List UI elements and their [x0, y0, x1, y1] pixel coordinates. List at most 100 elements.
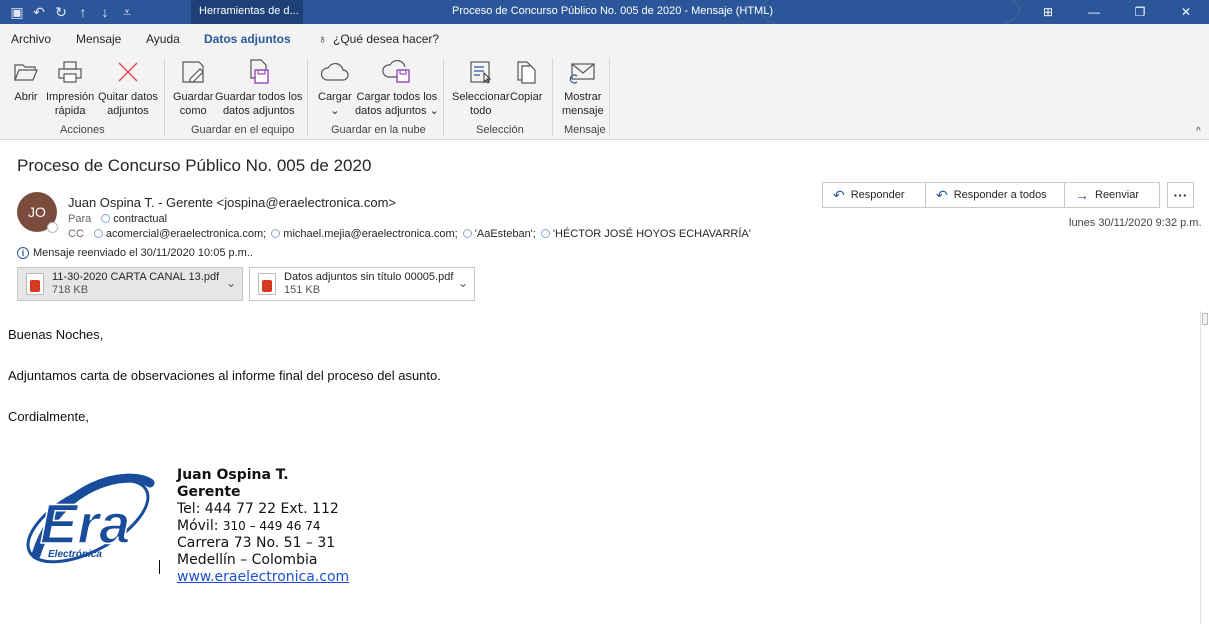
tab-archivo[interactable]: Archivo [11, 32, 51, 46]
ribbon: Abrir Impresión rápida Quitar datos adjunt… [0, 54, 1209, 140]
group-guardar-nube: Guardar en la nube [331, 124, 426, 136]
restore-icon[interactable]: ❐ [1117, 0, 1163, 24]
signature-city: Medellín – Colombia [177, 552, 318, 568]
ribbon-separator [443, 58, 444, 136]
quick-access-toolbar: ▣ ↶ ↻ ↑ ↓ ⩡ [6, 0, 138, 24]
to-line: Para contractual [68, 213, 167, 225]
minimize-icon[interactable]: — [1071, 0, 1117, 24]
tell-me-label: ¿Qué desea hacer? [333, 32, 440, 46]
cc-recipient[interactable]: 'AaEsteban'; [475, 228, 536, 240]
window-controls: ⊞ — ❐ ✕ [1025, 0, 1209, 24]
quick-print-button[interactable]: Impresión rápida [46, 56, 94, 118]
recipient-status-icon [462, 229, 472, 238]
lightbulb-icon: ♁ [318, 32, 327, 46]
title-bar: ▣ ↶ ↻ ↑ ↓ ⩡ Herramientas de d... Proceso… [0, 0, 1209, 24]
pdf-file-icon [26, 273, 44, 295]
folder-open-icon [10, 56, 42, 88]
show-message-button[interactable]: Mostrar mensaje [562, 56, 604, 118]
signature-mobile-label: Móvil: [177, 518, 223, 534]
signature-mobile-line: Móvil: 310 – 449 46 74 [177, 518, 349, 535]
save-all-attachments-button[interactable]: Guardar todos los datos adjuntos [215, 56, 302, 118]
save-icon[interactable]: ▣ [6, 1, 28, 23]
reply-button[interactable]: ↶ Responder [822, 182, 926, 208]
group-acciones: Acciones [60, 124, 105, 136]
tab-datos-adjuntos[interactable]: Datos adjuntos [204, 32, 291, 46]
undo-icon[interactable]: ↶ [28, 1, 50, 23]
signature-website-link[interactable]: www.eraelectronica.com [177, 569, 349, 585]
save-as-icon [177, 56, 209, 88]
reply-all-button[interactable]: ↶ Responder a todos [925, 182, 1065, 208]
ribbon-separator [552, 58, 553, 136]
active-tab-underline [0, 46, 1209, 48]
tell-me-search[interactable]: ♁ ¿Qué desea hacer? [318, 32, 439, 46]
recipient-status-icon [101, 214, 111, 223]
reply-all-icon: ↶ [936, 186, 948, 203]
cc-recipient[interactable]: acomercial@eraelectronica.com; [106, 228, 266, 240]
upload-button[interactable]: Cargar ⌄ [318, 56, 352, 118]
save-as-button[interactable]: Guardar como [173, 56, 213, 118]
response-actions: ↶ Responder ↶ Responder a todos → Reenviar [822, 182, 1160, 208]
open-button[interactable]: Abrir [10, 56, 42, 104]
forward-button[interactable]: → Reenviar [1064, 182, 1160, 208]
customize-qat-icon[interactable]: ⩡ [116, 1, 138, 23]
sender[interactable]: Juan Ospina T. - Gerente <jospina@eraele… [68, 195, 396, 210]
attachment-name: Datos adjuntos sin título 00005.pdf [284, 271, 454, 283]
upload-all-button[interactable]: Cargar todos los datos adjuntos ⌄ [355, 56, 439, 118]
save-all-icon [243, 56, 275, 88]
signature-phone: Tel: 444 77 22 Ext. 112 [177, 501, 339, 517]
scrollbar-thumb[interactable] [1202, 313, 1208, 325]
cloud-save-icon [381, 56, 413, 88]
signature: Juan Ospina T. Gerente Tel: 444 77 22 Ex… [177, 467, 349, 586]
copy-icon [510, 56, 542, 88]
arrow-up-icon[interactable]: ↑ [72, 1, 94, 23]
cloud-icon [319, 56, 351, 88]
to-label: Para [68, 213, 92, 225]
recipient-status-icon [93, 229, 103, 238]
ribbon-separator [609, 58, 610, 136]
arrow-down-icon[interactable]: ↓ [94, 1, 116, 23]
greeting: Buenas Noches, [8, 327, 104, 342]
open-label: Abrir [14, 91, 38, 103]
cc-line: CC acomercial@eraelectronica.com; michael… [68, 228, 751, 240]
redo-icon[interactable]: ↻ [50, 1, 72, 23]
to-recipient[interactable]: contractual [113, 213, 167, 225]
recipient-status-icon [540, 229, 550, 238]
chevron-down-icon[interactable]: ⌄ [458, 276, 468, 290]
forward-icon: → [1075, 187, 1089, 203]
tab-ayuda[interactable]: Ayuda [146, 32, 180, 46]
attachment-item[interactable]: 11-30-2020 CARTA CANAL 13.pdf 718 KB ⌄ [17, 267, 243, 301]
chevron-down-icon[interactable]: ⌄ [226, 276, 236, 290]
cc-recipient[interactable]: michael.mejia@eraelectronica.com; [283, 228, 457, 240]
info-icon: i [17, 247, 29, 259]
signature-address: Carrera 73 No. 51 – 31 [177, 535, 336, 551]
window-title: Proceso de Concurso Público No. 005 de 2… [452, 5, 773, 17]
context-tab-title: Herramientas de d... [191, 0, 303, 24]
forwarded-info-text: Mensaje reenviado el 30/11/2020 10:05 p.… [33, 247, 253, 259]
group-seleccion: Selección [476, 124, 524, 136]
group-mensaje: Mensaje [564, 124, 606, 136]
more-actions-button[interactable]: ··· [1167, 182, 1194, 208]
signature-name: Juan Ospina T. [177, 467, 289, 483]
vertical-scrollbar[interactable] [1200, 311, 1209, 624]
attachment-size: 718 KB [52, 284, 89, 296]
ribbon-tabs: Archivo Mensaje Ayuda Datos adjuntos ♁ ¿Q… [0, 24, 1209, 54]
ribbon-display-options-icon[interactable]: ⊞ [1025, 0, 1071, 24]
signature-divider [159, 560, 160, 574]
body-paragraph: Adjuntamos carta de observaciones al inf… [8, 368, 441, 383]
tab-mensaje[interactable]: Mensaje [76, 32, 121, 46]
remove-attachments-button[interactable]: Quitar datos adjuntos [98, 56, 158, 118]
attachment-item[interactable]: Datos adjuntos sin título 00005.pdf 151 … [249, 267, 475, 301]
group-guardar-equipo: Guardar en el equipo [191, 124, 295, 136]
remove-x-icon [112, 56, 144, 88]
attachment-size: 151 KB [284, 284, 321, 296]
copy-button[interactable]: Copiar [510, 56, 542, 104]
close-icon[interactable]: ✕ [1163, 0, 1209, 24]
ribbon-separator [164, 58, 165, 136]
collapse-ribbon-icon[interactable]: ^ [1196, 126, 1201, 137]
attachment-info: 11-30-2020 CARTA CANAL 13.pdf 718 KB [52, 271, 219, 297]
cc-recipient[interactable]: 'HÉCTOR JOSÉ HOYOS ECHAVARRÍA' [553, 228, 751, 240]
select-all-button[interactable]: Seleccionar todo [452, 56, 509, 118]
ribbon-separator [307, 58, 308, 136]
cc-label: CC [68, 228, 84, 240]
presence-indicator [47, 222, 58, 233]
